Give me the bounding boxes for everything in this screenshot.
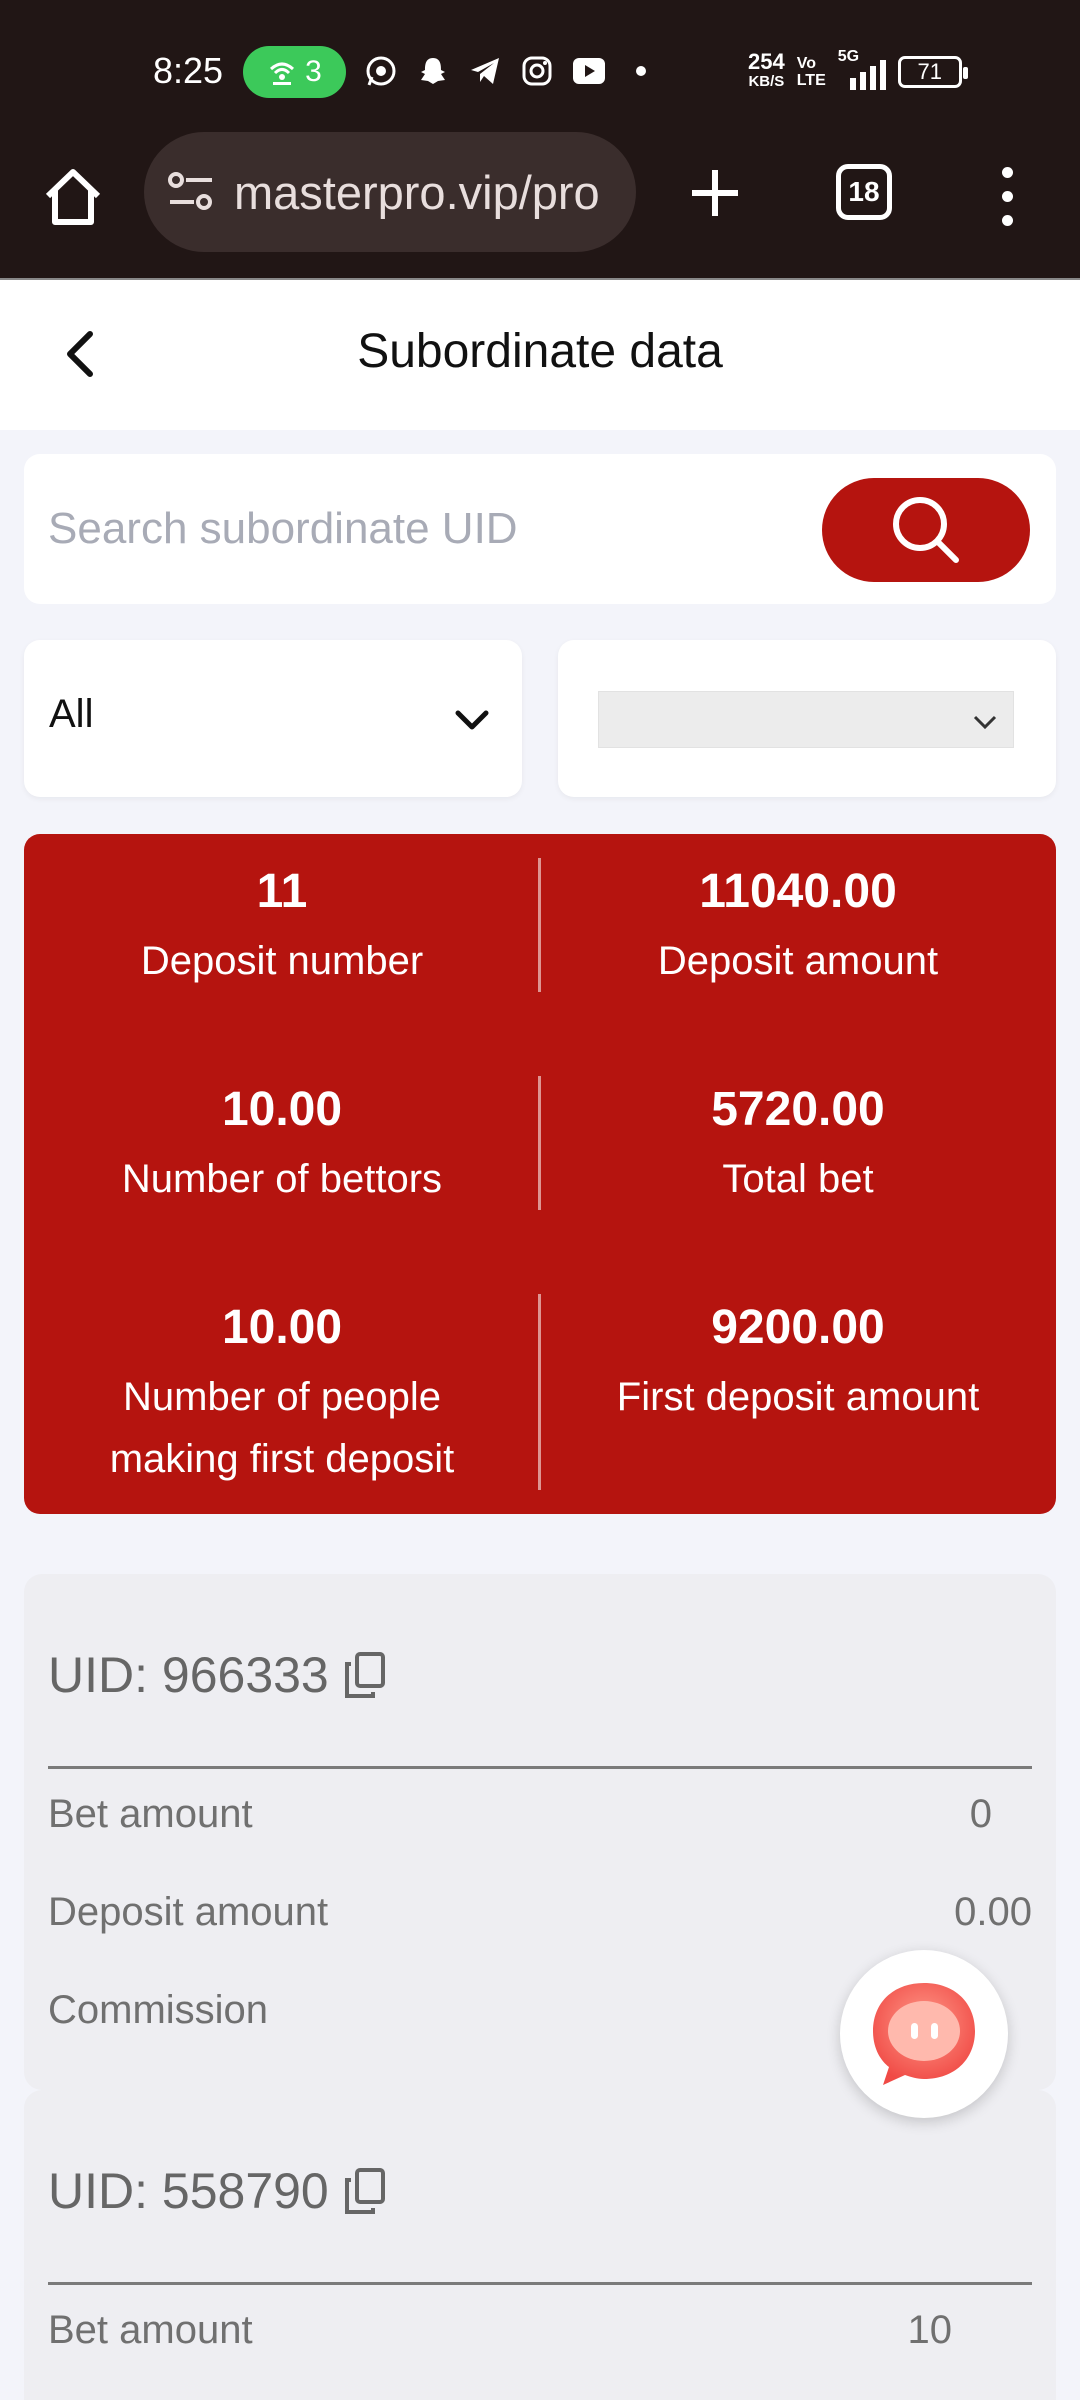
detail-value: 0 bbox=[969, 1792, 992, 1836]
stat-label: First deposit amount bbox=[616, 1375, 980, 1419]
new-tab-button[interactable] bbox=[680, 158, 750, 228]
snapchat-icon bbox=[414, 52, 452, 90]
search-button[interactable] bbox=[822, 478, 1030, 582]
stat-first-deposit-people: 10.00 Number of people making first depo… bbox=[24, 1300, 540, 1490]
site-settings-icon[interactable] bbox=[166, 170, 216, 214]
youtube-icon bbox=[570, 52, 608, 90]
uid-text: UID: 966333 bbox=[48, 1647, 329, 1703]
browser-menu-button[interactable] bbox=[990, 160, 1024, 232]
chat-bubble-icon bbox=[873, 1983, 975, 2085]
battery-level: 71 bbox=[917, 59, 942, 84]
tab-count: 18 bbox=[848, 176, 880, 207]
notification-icons bbox=[362, 52, 660, 90]
volte-bottom: LTE bbox=[796, 72, 826, 89]
home-button[interactable] bbox=[38, 162, 108, 232]
uid-row: UID: 966333 bbox=[48, 1646, 387, 1704]
divider bbox=[48, 2282, 1032, 2285]
detail-row-deposit-amount: Deposit amount 0.00 bbox=[48, 1890, 1032, 1935]
detail-value: 10 bbox=[907, 2308, 953, 2352]
net-speed: 254 KB/S bbox=[748, 49, 785, 92]
system-indicators: 254 KB/S Vo LTE 5G 71 bbox=[748, 48, 968, 92]
level-filter-dropdown[interactable]: All bbox=[24, 640, 522, 797]
date-filter-select[interactable] bbox=[598, 691, 1014, 748]
signal-icon: 5G bbox=[838, 48, 886, 90]
whatsapp-icon bbox=[362, 52, 400, 90]
detail-label: Deposit amount bbox=[48, 1890, 329, 1934]
uid-row: UID: 558790 bbox=[48, 2162, 387, 2220]
status-bar: 8:25 3 254 KB/S Vo LTE 5G 71 bbox=[0, 0, 1080, 140]
volte-indicator: Vo LTE bbox=[797, 55, 826, 89]
stat-deposit-amount: 11040.00 Deposit amount bbox=[540, 864, 1056, 992]
stat-value: 11040.00 bbox=[699, 865, 897, 918]
stat-number-of-bettors: 10.00 Number of bettors bbox=[24, 1082, 540, 1210]
more-notifications-icon bbox=[622, 52, 660, 90]
stat-label: Deposit number bbox=[140, 939, 424, 983]
stat-label: Total bet bbox=[722, 1157, 874, 1201]
home-icon bbox=[45, 169, 101, 225]
detail-label: Bet amount bbox=[48, 2308, 253, 2352]
copy-icon[interactable] bbox=[343, 2166, 387, 2216]
stats-summary-panel: 11 Deposit number 11040.00 Deposit amoun… bbox=[24, 834, 1056, 1514]
net-speed-unit: KB/S bbox=[748, 73, 785, 90]
stat-value: 10.00 bbox=[221, 1301, 343, 1354]
stat-label: Number of people making first deposit bbox=[109, 1375, 455, 1481]
stat-label: Deposit amount bbox=[657, 939, 939, 983]
stat-value: 5720.00 bbox=[711, 1083, 885, 1136]
detail-value: 0.00 bbox=[954, 1890, 1032, 1934]
date-filter bbox=[558, 640, 1056, 797]
plus-icon bbox=[692, 170, 738, 216]
search-input[interactable] bbox=[48, 484, 808, 574]
search-bar bbox=[24, 454, 1056, 604]
stat-deposit-number: 11 Deposit number bbox=[24, 864, 540, 992]
detail-label: Commission bbox=[48, 1988, 269, 2032]
more-vert-icon bbox=[1001, 166, 1013, 178]
detail-row-bet-amount: Bet amount 0 bbox=[48, 1792, 1032, 1837]
level-filter-value: All bbox=[49, 692, 94, 736]
browser-toolbar: masterpro.vip/pro 18 bbox=[0, 132, 1080, 278]
address-bar[interactable]: masterpro.vip/pro bbox=[144, 132, 636, 252]
hotspot-icon bbox=[270, 62, 295, 85]
detail-label: Bet amount bbox=[48, 1792, 253, 1836]
page-title: Subordinate data bbox=[357, 325, 723, 378]
telegram-icon bbox=[466, 52, 504, 90]
volte-top: Vo bbox=[796, 55, 816, 72]
status-time: 8:25 bbox=[153, 50, 224, 91]
divider bbox=[48, 1766, 1032, 1769]
search-icon bbox=[893, 497, 959, 563]
stat-value: 10.00 bbox=[221, 1083, 343, 1136]
customer-service-button[interactable] bbox=[840, 1950, 1008, 2118]
copy-icon[interactable] bbox=[343, 1650, 387, 1700]
stats-divider bbox=[538, 1294, 541, 1490]
stat-total-bet: 5720.00 Total bet bbox=[540, 1082, 1056, 1210]
stat-first-deposit-amount: 9200.00 First deposit amount bbox=[540, 1300, 1056, 1490]
battery-icon: 71 bbox=[897, 56, 968, 88]
stat-label: Number of bettors bbox=[121, 1157, 443, 1201]
stats-divider bbox=[538, 858, 541, 992]
uid-text: UID: 558790 bbox=[48, 2163, 329, 2219]
detail-row-bet-amount: Bet amount 10 bbox=[48, 2308, 1032, 2353]
network-type: 5G bbox=[837, 48, 860, 65]
hotspot-indicator: 3 bbox=[243, 46, 346, 98]
url-text: masterpro.vip/pro bbox=[234, 165, 600, 219]
stats-divider bbox=[538, 1076, 541, 1210]
hotspot-count: 3 bbox=[305, 55, 322, 88]
stat-value: 11 bbox=[256, 865, 308, 918]
chevron-down-icon bbox=[455, 710, 489, 730]
net-speed-value: 254 bbox=[748, 49, 785, 74]
stat-value: 9200.00 bbox=[711, 1301, 885, 1354]
instagram-icon bbox=[518, 52, 556, 90]
subordinate-card: UID: 558790 Bet amount 10 bbox=[24, 2090, 1056, 2400]
page-header: Subordinate data bbox=[0, 278, 1080, 430]
chevron-down-icon bbox=[973, 715, 997, 730]
tab-switcher-button[interactable]: 18 bbox=[836, 164, 892, 220]
